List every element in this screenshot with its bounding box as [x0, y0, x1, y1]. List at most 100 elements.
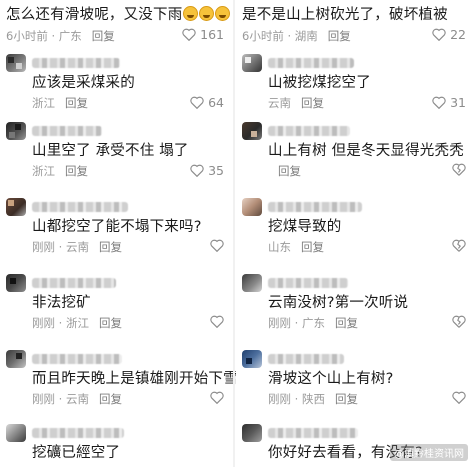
username-blurred — [268, 278, 348, 288]
heart-icon — [210, 391, 224, 404]
comment-text: 而且昨天晚上是镇雄刚开始下雪 — [32, 371, 238, 387]
avatar — [6, 424, 26, 442]
comment-meta: 浙江 回复 — [32, 164, 88, 178]
reply-button[interactable]: 回复 — [328, 29, 351, 43]
username-blurred — [32, 126, 102, 136]
username-blurred — [32, 354, 122, 364]
like-count: 31 — [450, 95, 466, 110]
reply-button[interactable]: 回复 — [65, 96, 88, 110]
broken-heart-icon — [452, 239, 466, 252]
reply-button[interactable]: 回复 — [301, 96, 324, 110]
comment-meta: 浙江 回复 — [32, 96, 88, 110]
like-button[interactable] — [210, 315, 224, 328]
reply-button[interactable]: 回复 — [301, 240, 324, 254]
comment-text: 山都挖空了能不塌下来吗? — [32, 219, 202, 235]
like-count: 22 — [450, 27, 466, 42]
comment-item[interactable]: 而且昨天晚上是镇雄刚开始下雪 刚刚 · 云南 回复 — [0, 348, 238, 408]
comment-meta: 云南 回复 — [268, 96, 324, 110]
like-button[interactable]: 22 — [432, 27, 466, 42]
heart-icon — [190, 164, 204, 177]
heart-icon — [210, 239, 224, 252]
heart-icon — [190, 96, 204, 109]
avatar — [242, 274, 262, 292]
reply-button[interactable]: 回复 — [335, 392, 358, 406]
broken-heart-icon — [452, 163, 466, 176]
username-blurred — [32, 58, 120, 68]
comment-text: 挖煤导致的 — [268, 219, 342, 235]
avatar — [242, 350, 262, 368]
like-button[interactable]: 64 — [190, 95, 224, 110]
reply-button[interactable]: 回复 — [99, 316, 122, 330]
heart-icon — [210, 315, 224, 328]
comment-item[interactable]: 山被挖煤挖空了 云南 回复 31 — [236, 52, 474, 112]
comment-item[interactable]: 挖礦已經空了 — [0, 422, 232, 467]
watermark: @滇黔桂资讯网 — [390, 444, 468, 461]
broken-heart-icon — [452, 315, 466, 328]
weary-face-icon — [183, 6, 199, 21]
username-blurred — [268, 428, 358, 438]
comment-meta: 6小时前 · 湖南 回复 — [242, 29, 351, 43]
weary-face-icon — [215, 6, 231, 21]
like-button[interactable]: 161 — [182, 27, 224, 42]
avatar — [6, 54, 26, 72]
comment-meta: 6小时前 · 广东 回复 — [6, 29, 115, 43]
comment-meta: 刚刚 · 广东 回复 — [268, 316, 358, 330]
like-button[interactable] — [210, 239, 224, 252]
dislike-button[interactable] — [452, 239, 466, 252]
comment-item[interactable]: 挖煤导致的 山东 回复 — [236, 196, 474, 256]
avatar — [6, 350, 26, 368]
avatar — [6, 274, 26, 292]
comment-meta: 刚刚 · 浙江 回复 — [32, 316, 122, 330]
dislike-button[interactable] — [452, 315, 466, 328]
avatar — [242, 54, 262, 72]
like-button[interactable] — [452, 391, 466, 404]
weary-face-icon — [199, 6, 215, 21]
avatar — [6, 198, 26, 216]
like-button[interactable]: 31 — [432, 95, 466, 110]
comment-text: 山上有树 但是冬天显得光秃秃 — [268, 143, 464, 159]
like-count: 35 — [208, 163, 224, 178]
left-comment-column: 怎么还有滑坡呢，又没下雨 6小时前 · 广东 回复 161 应该是采煤采的 浙江回… — [0, 0, 238, 467]
comment-text: 云南没树?第一次听说 — [268, 295, 409, 311]
comment-item[interactable]: 滑坡这个山上有树? 刚刚 · 陕西 回复 — [236, 348, 474, 408]
username-blurred — [268, 354, 344, 364]
comment-item[interactable]: 云南没树?第一次听说 刚刚 · 广东 回复 — [236, 272, 474, 332]
avatar — [242, 424, 262, 442]
comment-meta: 刚刚 · 云南 回复 — [32, 392, 122, 406]
username-blurred — [32, 278, 116, 288]
comment-text: 是不是山上树砍光了，破坏植被 — [242, 7, 448, 23]
comment-meta: 回复 — [268, 163, 301, 179]
heart-icon — [182, 28, 196, 41]
username-blurred — [32, 428, 124, 438]
reply-button[interactable]: 回复 — [99, 240, 122, 254]
reply-button[interactable]: 回复 — [92, 29, 115, 43]
avatar — [242, 198, 262, 216]
like-count: 161 — [200, 27, 224, 42]
comment-text: 滑坡这个山上有树? — [268, 371, 394, 387]
comment-item[interactable]: 山都挖空了能不塌下来吗? 刚刚 · 云南 回复 — [0, 196, 232, 256]
comment-top-right[interactable]: 是不是山上树砍光了，破坏植被 6小时前 · 湖南 回复 22 — [236, 0, 474, 60]
comment-meta: 刚刚 · 陕西 回复 — [268, 392, 358, 406]
comment-top-left[interactable]: 怎么还有滑坡呢，又没下雨 6小时前 · 广东 回复 161 — [0, 0, 232, 60]
like-button[interactable]: 35 — [190, 163, 224, 178]
heart-icon — [452, 391, 466, 404]
comment-item[interactable]: 应该是采煤采的 浙江 回复 64 — [0, 52, 232, 112]
heart-icon — [432, 96, 446, 109]
comment-item[interactable]: 山上有树 但是冬天显得光秃秃 回复 — [236, 120, 474, 180]
comment-meta: 山东 回复 — [268, 240, 324, 254]
dislike-button[interactable] — [452, 163, 466, 176]
reply-button[interactable]: 回复 — [335, 316, 358, 330]
avatar — [242, 122, 262, 140]
comment-item[interactable]: 非法挖矿 刚刚 · 浙江 回复 — [0, 272, 232, 332]
reply-button[interactable]: 回复 — [99, 392, 122, 406]
comment-item[interactable]: 山里空了 承受不住 塌了 浙江 回复 35 — [0, 120, 232, 180]
comment-meta: 刚刚 · 云南 回复 — [32, 240, 122, 254]
avatar — [6, 122, 26, 140]
comment-text: 挖礦已經空了 — [32, 445, 121, 461]
reply-button[interactable]: 回复 — [278, 164, 301, 178]
comment-text: 怎么还有滑坡呢，又没下雨 — [6, 6, 231, 24]
reply-button[interactable]: 回复 — [65, 164, 88, 178]
comment-text: 山里空了 承受不住 塌了 — [32, 143, 189, 159]
username-blurred — [268, 202, 362, 212]
like-button[interactable] — [210, 391, 224, 404]
